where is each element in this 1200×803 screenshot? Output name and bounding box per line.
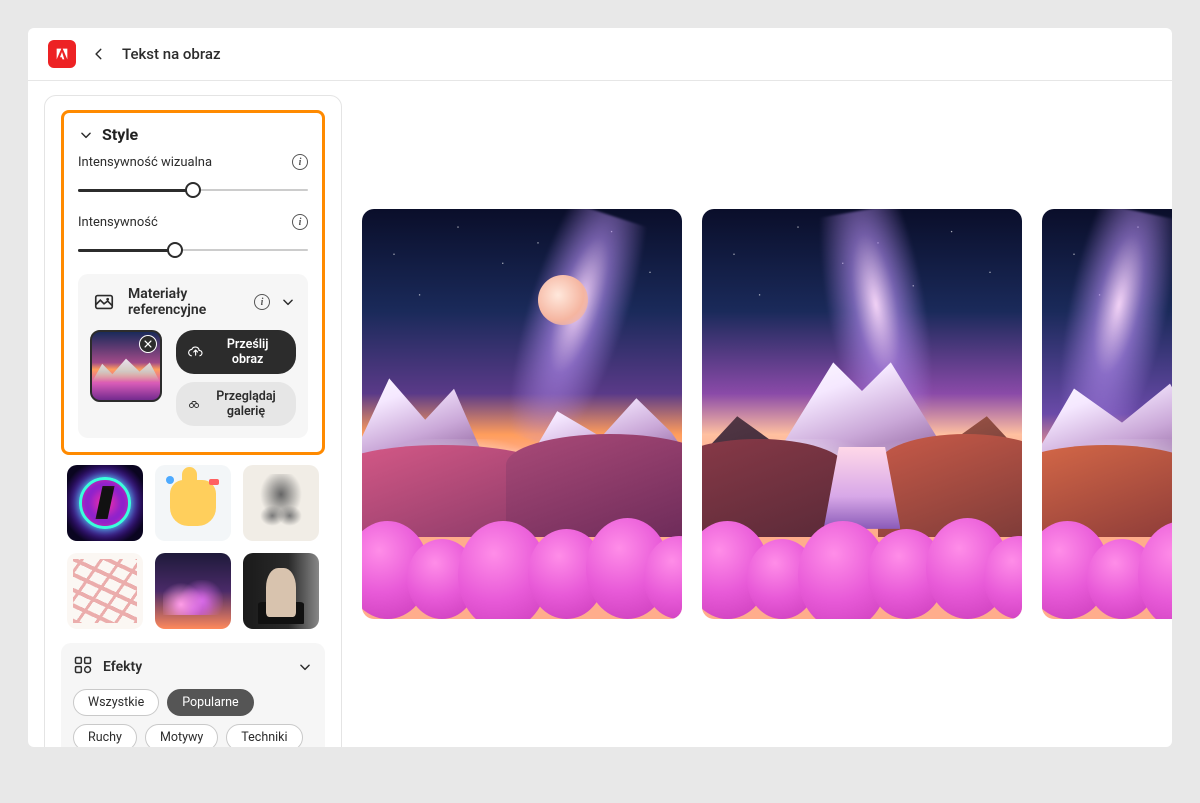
generated-image[interactable]: [702, 209, 1022, 619]
style-preset-tile[interactable]: [155, 553, 231, 629]
remove-reference-button[interactable]: [139, 335, 157, 353]
style-heading: Style: [102, 125, 138, 144]
references-title: Materiały referencyjne: [128, 286, 244, 318]
style-preset-tile[interactable]: [155, 465, 231, 541]
reference-materials-card: Materiały referencyjne i: [78, 274, 308, 438]
effects-chip-techniques[interactable]: Techniki: [226, 724, 302, 747]
effects-chip-movements[interactable]: Ruchy: [73, 724, 137, 747]
grid-icon: [73, 655, 93, 679]
sidebar: Style Intensywność wizualna i: [28, 81, 358, 747]
reference-thumbnail[interactable]: [90, 330, 162, 402]
chevron-down-icon: [78, 127, 94, 143]
topbar: Tekst na obraz: [28, 28, 1172, 81]
back-button[interactable]: [92, 47, 106, 61]
style-presets-grid: [61, 465, 325, 629]
intensity-label: Intensywność: [78, 215, 158, 230]
intensity-slider-group: Intensywność i: [78, 214, 308, 260]
effects-chip-themes[interactable]: Motywy: [145, 724, 218, 747]
upload-image-button[interactable]: Prześlij obraz: [176, 330, 296, 374]
info-icon[interactable]: i: [292, 214, 308, 230]
style-section-header[interactable]: Style: [78, 125, 308, 144]
effects-title: Efekty: [103, 659, 287, 675]
visual-intensity-label: Intensywność wizualna: [78, 155, 212, 170]
effects-chip-row: Wszystkie Popularne Ruchy Motywy Technik…: [73, 689, 313, 747]
style-section-highlighted: Style Intensywność wizualna i: [61, 110, 325, 455]
intensity-slider[interactable]: [78, 240, 308, 260]
generated-image[interactable]: [1042, 209, 1172, 619]
close-icon: [143, 339, 153, 349]
style-preset-tile[interactable]: [67, 465, 143, 541]
adobe-logo-icon: [54, 46, 70, 62]
image-icon: [90, 288, 118, 316]
effects-chip-all[interactable]: Wszystkie: [73, 689, 159, 716]
effects-chip-popular[interactable]: Popularne: [167, 689, 253, 716]
info-icon[interactable]: i: [254, 294, 270, 310]
browse-gallery-button[interactable]: Przeglądaj galerię: [176, 382, 296, 426]
info-icon[interactable]: i: [292, 154, 308, 170]
visual-intensity-slider-group: Intensywność wizualna i: [78, 154, 308, 200]
chevron-left-icon: [92, 47, 106, 61]
chevron-down-icon[interactable]: [280, 294, 296, 310]
page-title: Tekst na obraz: [122, 45, 221, 63]
cloud-upload-icon: [188, 344, 203, 360]
generated-images-area: [358, 81, 1172, 747]
app-logo[interactable]: [48, 40, 76, 68]
generated-image[interactable]: [362, 209, 682, 619]
effects-card: Efekty Wszystkie Popularne Ruchy Motywy …: [61, 643, 325, 747]
style-preset-tile[interactable]: [243, 465, 319, 541]
visual-intensity-slider[interactable]: [78, 180, 308, 200]
binoculars-icon: [188, 396, 200, 412]
chevron-down-icon[interactable]: [297, 659, 313, 675]
style-preset-tile[interactable]: [67, 553, 143, 629]
style-preset-tile[interactable]: [243, 553, 319, 629]
